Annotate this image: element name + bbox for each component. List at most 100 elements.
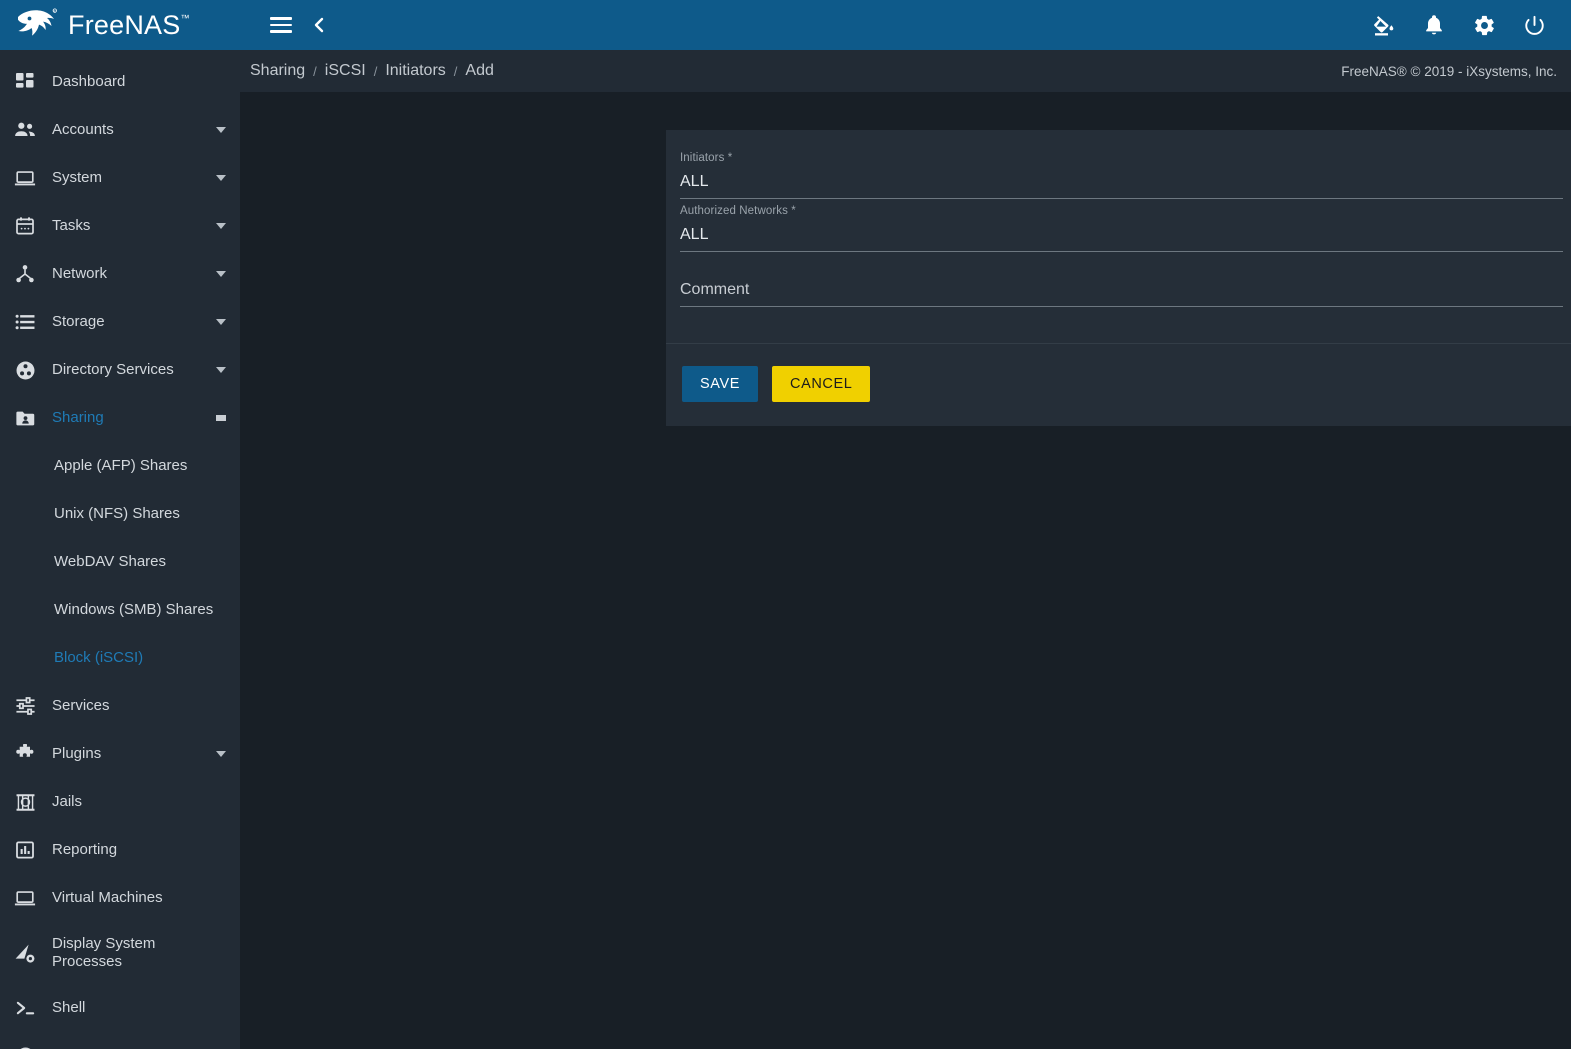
sidebar-item-label: Services <box>52 697 110 714</box>
authorized-networks-input[interactable]: ALL <box>680 225 1563 246</box>
breadcrumb-item-iscsi[interactable]: iSCSI <box>325 62 366 80</box>
sidebar-item-label: Storage <box>52 313 105 330</box>
sidebar-item-label: System <box>52 169 103 186</box>
help-circle-icon[interactable] <box>1563 286 1571 307</box>
sidebar-item-label: Virtual Machines <box>52 889 163 906</box>
chevron-down-icon[interactable] <box>216 223 226 229</box>
sidebar-item-windows-smb-shares[interactable]: Windows (SMB) Shares <box>0 586 240 634</box>
help-circle-icon[interactable] <box>1563 231 1571 252</box>
save-button[interactable]: SAVE <box>682 365 759 402</box>
field-initiators: Initiators * ALL <box>680 152 1571 199</box>
form-actions: SAVE CANCEL <box>666 342 1571 426</box>
freenas-shark-logo: R <box>16 8 60 42</box>
sidebar-item-label: Plugins <box>52 745 102 762</box>
chevron-down-icon[interactable] <box>216 751 226 757</box>
breadcrumb-item-add[interactable]: Add <box>465 62 493 80</box>
field-underline: Comment <box>680 280 1563 307</box>
chevron-down-icon[interactable] <box>216 127 226 133</box>
sidebar-item-sharing[interactable]: Sharing <box>0 394 240 442</box>
bell-icon[interactable] <box>1415 6 1453 44</box>
top-bar: R FreeNAS ™ <box>0 0 1571 50</box>
shell-prompt-icon <box>10 998 40 1018</box>
directory-services-icon <box>10 360 40 381</box>
sidebar-item-services[interactable]: Services <box>0 682 240 730</box>
accounts-people-icon <box>10 120 40 140</box>
sidebar-item-label: Reporting <box>52 841 118 858</box>
sidebar-item-display-system-processes[interactable]: Display System Processes <box>0 922 240 984</box>
sidebar-item-label: Shell <box>52 999 86 1016</box>
sidebar-item-apple-afp-shares[interactable]: Apple (AFP) Shares <box>0 442 240 490</box>
copyright-text: FreeNAS® © 2019 - iXsystems, Inc. <box>1341 63 1557 79</box>
hamburger-menu-icon[interactable] <box>262 6 300 44</box>
sidebar-item-system[interactable]: System <box>0 154 240 202</box>
breadcrumb-item-sharing[interactable]: Sharing <box>250 62 305 80</box>
tasks-calendar-icon <box>10 216 40 236</box>
field-comment-main: Comment <box>680 280 1563 307</box>
sidebar-item-unix-nfs-shares[interactable]: Unix (NFS) Shares <box>0 490 240 538</box>
chevron-down-icon[interactable] <box>216 175 226 181</box>
sidebar-item-network[interactable]: Network <box>0 250 240 298</box>
paint-bucket-icon[interactable] <box>1365 6 1403 44</box>
comment-input[interactable]: Comment <box>680 280 1563 301</box>
storage-list-icon <box>10 312 40 332</box>
sidebar-item-accounts[interactable]: Accounts <box>0 106 240 154</box>
plugins-puzzle-icon <box>10 743 40 765</box>
breadcrumb-separator: / <box>313 63 317 79</box>
guide-info-icon <box>10 1046 40 1049</box>
system-processes-icon <box>10 942 40 964</box>
sidebar-item-label: Apple (AFP) Shares <box>54 457 188 474</box>
sidebar-item-storage[interactable]: Storage <box>0 298 240 346</box>
sidebar-item-label: Dashboard <box>52 73 126 90</box>
system-laptop-icon <box>10 168 40 188</box>
svg-text:R: R <box>54 9 56 13</box>
sidebar-item-label: Sharing <box>52 409 104 426</box>
chevron-down-icon[interactable] <box>216 367 226 373</box>
sidebar-item-label: Block (iSCSI) <box>54 649 144 666</box>
sidebar-item-directory-services[interactable]: Directory Services <box>0 346 240 394</box>
chevron-down-icon[interactable] <box>216 319 226 325</box>
sidebar-item-guide[interactable]: Guide <box>0 1032 240 1049</box>
brand-name: FreeNAS <box>68 9 181 40</box>
breadcrumb: Sharing / iSCSI / Initiators / Add <box>250 62 494 80</box>
sidebar-item-plugins[interactable]: Plugins <box>0 730 240 778</box>
sidebar-item-label: Directory Services <box>52 361 174 378</box>
field-label: Authorized Networks * <box>680 204 796 217</box>
initiator-add-form-card: Initiators * ALL Authorized Networks * A… <box>666 130 1571 426</box>
sidebar-item-dashboard[interactable]: Dashboard <box>0 58 240 106</box>
sidebar-item-virtual-machines[interactable]: Virtual Machines <box>0 874 240 922</box>
field-authorized-networks: Authorized Networks * ALL <box>680 205 1571 252</box>
field-label: Initiators * <box>680 152 733 164</box>
virtual-machines-monitor-icon <box>10 888 40 908</box>
brand-trademark: ™ <box>180 12 190 23</box>
brand-area[interactable]: R FreeNAS ™ <box>0 0 240 50</box>
sidebar-item-shell[interactable]: Shell <box>0 984 240 1032</box>
sidebar-item-reporting[interactable]: Reporting <box>0 826 240 874</box>
sidebar-item-label: Network <box>52 265 108 282</box>
field-initiators-main: Initiators * ALL <box>680 152 1563 199</box>
breadcrumb-item-initiators[interactable]: Initiators <box>385 62 445 80</box>
services-sliders-icon <box>10 696 40 716</box>
chevron-down-icon[interactable] <box>216 271 226 277</box>
sharing-folder-icon <box>10 409 40 428</box>
cancel-button[interactable]: CANCEL <box>772 365 871 402</box>
reporting-chart-icon <box>10 840 40 860</box>
initiators-input[interactable]: ALL <box>680 172 1563 193</box>
power-icon[interactable] <box>1515 6 1553 44</box>
sidebar-item-tasks[interactable]: Tasks <box>0 202 240 250</box>
sidebar-item-label: Unix (NFS) Shares <box>54 505 180 522</box>
freenas-app-window: R FreeNAS ™ Dashboard Accounts System Ta… <box>0 0 1571 1049</box>
sidebar-item-label: Accounts <box>52 121 114 138</box>
sidebar-nav[interactable]: Dashboard Accounts System Tasks Network … <box>0 50 240 1049</box>
sidebar-item-label: Tasks <box>52 217 91 234</box>
app-body: Dashboard Accounts System Tasks Network … <box>0 50 1571 1049</box>
sidebar-item-webdav-shares[interactable]: WebDAV Shares <box>0 538 240 586</box>
sidebar-item-jails[interactable]: Jails <box>0 778 240 826</box>
sidebar-item-label: WebDAV Shares <box>54 553 166 570</box>
chevron-left-icon[interactable] <box>300 6 338 44</box>
breadcrumb-bar: Sharing / iSCSI / Initiators / Add FreeN… <box>240 50 1571 92</box>
gear-icon[interactable] <box>1465 6 1503 44</box>
sidebar-item-block-iscsi[interactable]: Block (iSCSI) <box>0 634 240 682</box>
help-circle-icon[interactable] <box>1563 178 1571 199</box>
field-underline: ALL <box>680 225 1563 252</box>
chevron-up-icon[interactable] <box>216 415 226 421</box>
